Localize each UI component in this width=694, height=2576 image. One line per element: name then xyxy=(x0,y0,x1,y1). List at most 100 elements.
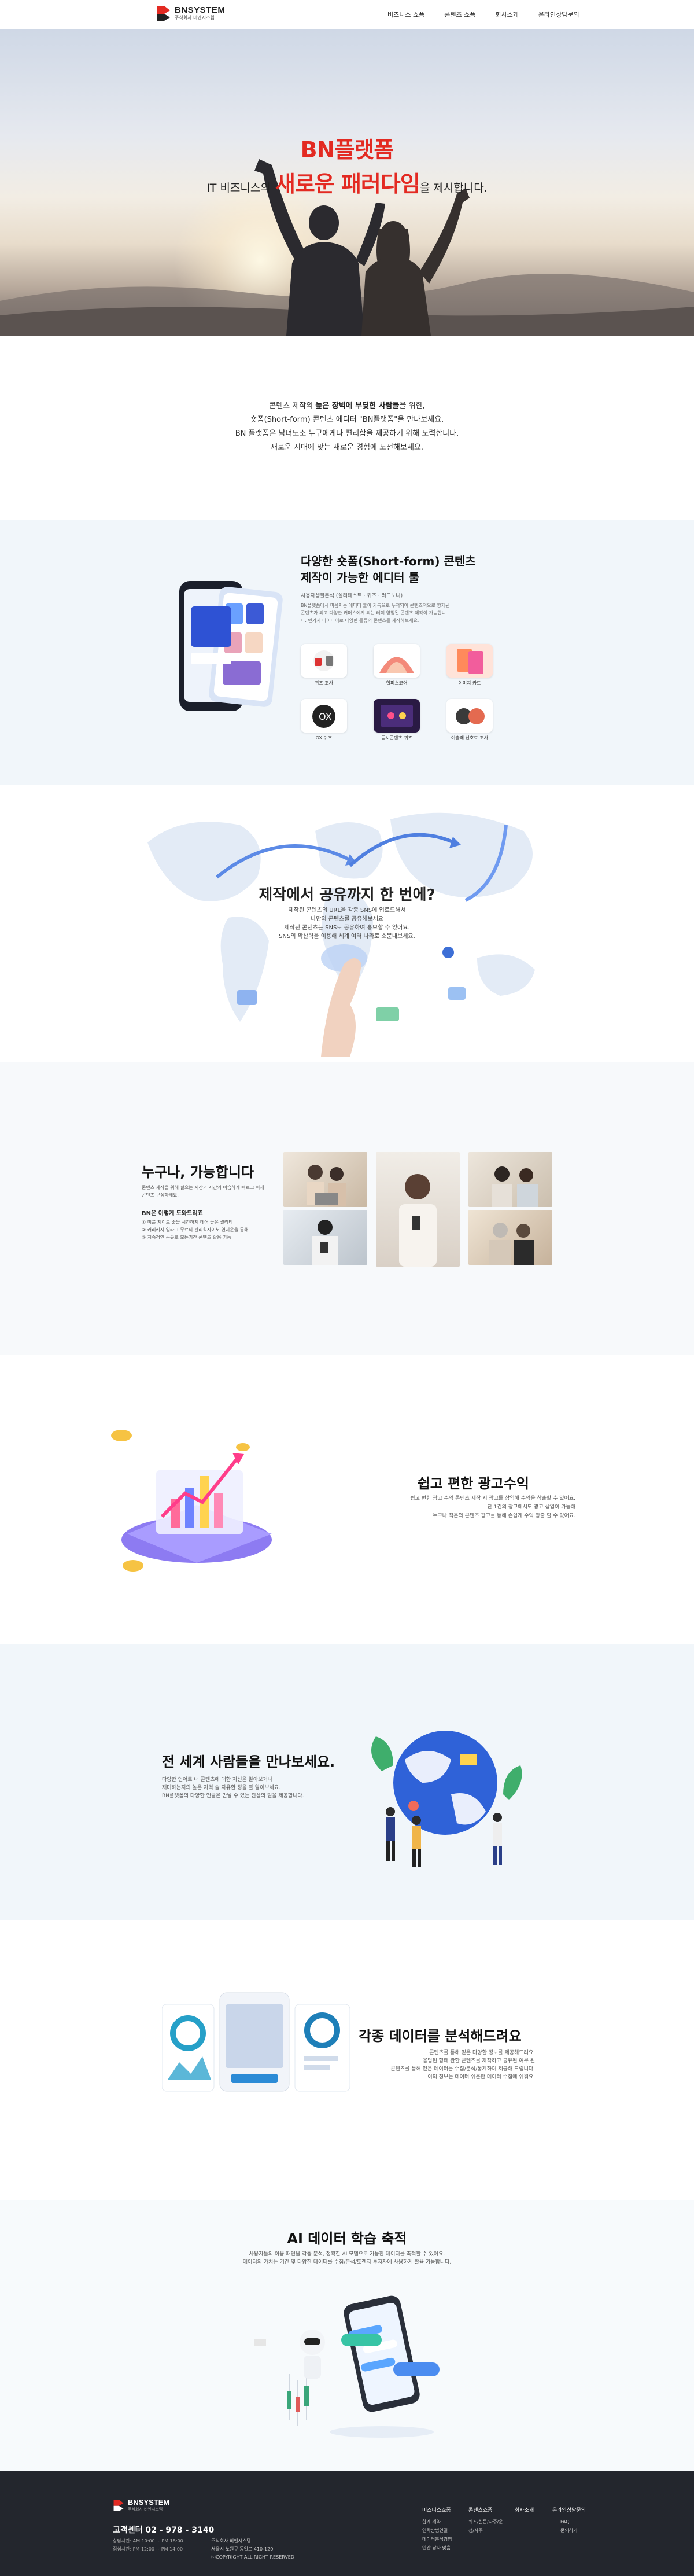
nav-company[interactable]: 회사소개 xyxy=(495,10,518,19)
content-card-image[interactable]: 이미지 카드 xyxy=(446,644,493,686)
footer-col-head[interactable]: 콘텐츠쇼폼 xyxy=(468,2507,503,2515)
hero-text: BN플랫폼 IT 비즈니스의 새로운 패러다임 을 제시합니다. xyxy=(0,132,694,198)
hero-banner: BN플랫폼 IT 비즈니스의 새로운 패러다임 을 제시합니다. xyxy=(0,29,694,336)
preference-thumb xyxy=(446,699,493,733)
intro-line-4: 새로운 시대에 맞는 새로운 경험에 도전해보세요. xyxy=(271,443,423,452)
s6-desc-3: 콘텐츠를 통해 얻은 데이터는 수집/분석/통계하여 제공해 드립니다. xyxy=(390,2066,535,2072)
nav-business-shortform[interactable]: 비즈니스 쇼폼 xyxy=(387,10,424,19)
footer-link[interactable]: 퀴즈/설문/사주/운 xyxy=(468,2518,503,2526)
section-share: 제작에서 공유까지 한 번에? 제작된 콘텐츠의 URL을 각종 SNS에 업로… xyxy=(0,785,694,1062)
phone-illustration xyxy=(179,581,283,711)
s3-subtitle: BN은 이렇게 도와드리죠 xyxy=(142,1210,203,1217)
video-thumb xyxy=(374,699,420,733)
section-data-analysis: 각종 데이터를 분석해드려요 콘텐츠를 통해 얻은 다양한 정보를 제공해드려요… xyxy=(0,1920,694,2200)
ai-robot-phone-illustration xyxy=(254,2295,440,2438)
s3-description: 콘텐츠 제작을 위해 필요는 시간과 시간의 미습하게 빠르고 이제 콘텐츠 구… xyxy=(142,1185,264,1198)
content-card-ox[interactable]: OX OX 퀴즈 xyxy=(301,699,347,741)
footer-logo-icon xyxy=(113,2500,124,2511)
quiz-thumb xyxy=(301,644,347,678)
intro-line-1: 콘텐츠 제작의 높은 장벽에 부딪힌 사람들을 위한, xyxy=(0,399,694,413)
section-ai-learning: AI 데이터 학습 축적 사용자들의 이용 패턴을 각종 분석, 정확한 AI … xyxy=(0,2200,694,2471)
hero-line2-highlight: 새로운 패러다임 xyxy=(275,171,420,197)
card-label: OX 퀴즈 xyxy=(315,735,333,741)
s4-title: 쉽고 편한 광고수익 xyxy=(417,1475,529,1492)
s1-title-line1: 다양한 숏폼(Short-form) 콘텐츠 xyxy=(301,554,476,568)
photo-women-laptop xyxy=(283,1152,367,1207)
site-header: BNSYSTEM 주식회사 비엔시스템 비즈니스 쇼폼 콘텐츠 쇼폼 회사소개 … xyxy=(0,0,694,29)
s3-list-item: ② 커리키지 입라고 무료의 관리획자이노 연지운을 통해 xyxy=(142,1227,249,1232)
s5-desc-1: 다양한 언어로 내 콘텐츠에 대한 자신을 알아보거나 xyxy=(162,1777,273,1783)
nav-content-shortform[interactable]: 콘텐츠 쇼폼 xyxy=(444,10,475,19)
section-anyone: 누구나, 가능합니다 콘텐츠 제작을 위해 필요는 시간과 시간의 미습하게 빠… xyxy=(0,1062,694,1355)
section-global: 전 세계 사람들을 만나보세요. 다양한 언어로 내 콘텐츠에 대한 자신을 알… xyxy=(0,1644,694,1920)
footer-link[interactable]: 데이터분석경영 xyxy=(422,2535,452,2544)
footer-logo-sub: 주식회사 비엔시스템 xyxy=(128,2507,163,2512)
footer-company-name: 주식회사 비엔시스템 xyxy=(211,2538,251,2544)
footer-col-head[interactable]: 온라인상담문의 xyxy=(552,2507,586,2515)
footer-col-business: 비즈니스쇼폼 합계 계약 연락방법연결 데이터분석경영 인간 남자 맞음 xyxy=(422,2507,452,2552)
s3-list-item: ③ 지속적인 공유로 모든기간 콘텐츠 활용 가능 xyxy=(142,1235,231,1240)
footer-col-inquiry: 온라인상담문의 FAQ 문의하기 xyxy=(552,2507,586,2535)
s3-title: 누구나, 가능합니다 xyxy=(142,1164,254,1180)
content-card-quiz[interactable]: 퀴즈 조사 xyxy=(301,644,347,686)
s2-title: 제작에서 공유까지 한 번에? xyxy=(259,886,435,904)
content-card-score[interactable]: 합피스코어 xyxy=(374,644,420,686)
footer-copyright: ⓒCOPYRIGHT ALL RIGHT RESERVED xyxy=(211,2555,295,2560)
footer-address: 서울시 노원구 동일로 410-120 xyxy=(211,2546,274,2552)
s7-title: AI 데이터 학습 축적 xyxy=(287,2231,407,2247)
intro-line-3: BN 플랫폼은 남녀노소 누구에게나 편리함을 제공하기 위해 노력합니다. xyxy=(235,429,459,438)
s1-description: BN플랫폼에서 마음처는 에디터 툴이 카톡으로 누적되어 콘텐츠적으로 항체된… xyxy=(301,603,450,623)
footer-link[interactable]: 성/사주 xyxy=(468,2526,503,2535)
s2-description: 제작된 콘텐츠의 URL을 각종 SNS에 업로드해서 나만의 콘텐츠를 공유해… xyxy=(0,906,694,941)
s2-desc-2: 나만의 콘텐츠를 공유해보세요 xyxy=(311,916,383,922)
hero-line2-post: 을 제시합니다. xyxy=(419,182,488,194)
footer-hours-line: 점심시간: PM 12:00 ~ PM 14:00 xyxy=(113,2546,183,2552)
s7-desc-2: 데이터의 가치는 기간 및 다양한 데이터를 수집/분석/토렌지 투자자에 사용… xyxy=(242,2259,452,2265)
card-label: 이미지 카드 xyxy=(458,680,481,686)
footer-col-head[interactable]: 회사소개 xyxy=(515,2507,534,2515)
footer-col-head[interactable]: 비즈니스쇼폼 xyxy=(422,2507,452,2515)
s6-desc-2: 응답된 형태 관한 콘텐츠를 제작하고 공유된 여부 된 xyxy=(423,2058,535,2064)
section-editor-tool: 다양한 숏폼(Short-form) 콘텐츠 제작이 가능한 에디터 툴 사용자… xyxy=(0,520,694,785)
s4-desc-2: 단 1건의 광고에서도 광고 삽입이 가능해 xyxy=(487,1504,575,1510)
hero-title: BN플랫폼 xyxy=(300,137,394,163)
intro-l1-pre: 콘텐츠 제작의 xyxy=(269,402,313,410)
s5-desc-2: 재미하는지의 높은 자격 슬 자유한 정을 할 알이보세요. xyxy=(162,1785,281,1791)
card-label: 퀴즈 조사 xyxy=(315,680,333,686)
s3-list: ① 미를 지이로 줄을 시간하지 데어 높은 퀄리티 ② 커리키지 입라고 무료… xyxy=(142,1219,248,1241)
card-label: 여출래 선호도 조사 xyxy=(451,735,488,741)
footer-link[interactable]: FAQ xyxy=(552,2518,586,2526)
ox-thumb: OX xyxy=(301,699,347,733)
globe-people-illustration xyxy=(371,1731,522,1867)
hero-line2-pre: IT 비즈니스의 xyxy=(206,182,271,194)
footer-phone: 고객센터 02 - 978 - 3140 xyxy=(113,2526,215,2535)
nav-online-inquiry[interactable]: 온라인상담문의 xyxy=(538,10,579,19)
footer-link[interactable]: 인간 남자 맞음 xyxy=(422,2544,452,2552)
footer-link[interactable]: 연락방법연결 xyxy=(422,2526,452,2535)
s2-desc-4: SNS의 확산력을 이용해 세계 여러 나라로 소문내보세요. xyxy=(279,933,415,940)
s2-desc-3: 제작된 콘텐츠는 SNS로 공유하여 홍보할 수 있어요. xyxy=(284,925,410,931)
analytics-devices-illustration xyxy=(162,1992,350,2092)
s6-description: 콘텐츠를 통해 얻은 다양한 정보를 제공해드려요. 응답된 형태 관한 콘텐츠… xyxy=(359,2049,535,2081)
content-card-preference[interactable]: 여출래 선호도 조사 xyxy=(446,699,493,741)
content-card-video[interactable]: 동시콘텐츠 퀴즈 xyxy=(374,699,420,741)
footer-col-content: 콘텐츠쇼폼 퀴즈/설문/사주/운 성/사주 xyxy=(468,2507,503,2535)
photo-woman-phone xyxy=(376,1152,460,1267)
footer-link[interactable]: 합계 계약 xyxy=(422,2518,452,2526)
intro-l1-post: 을 위한, xyxy=(399,402,425,410)
main-nav: 비즈니스 쇼폼 콘텐츠 쇼폼 회사소개 온라인상담문의 xyxy=(387,10,599,19)
logo[interactable]: BNSYSTEM 주식회사 비엔시스템 xyxy=(156,5,225,22)
intro-highlight: 높은 장벽에 부딪힌 사람들 xyxy=(315,402,400,410)
s6-desc-1: 콘텐츠를 통해 얻은 다양한 정보를 제공해드려요. xyxy=(429,2050,535,2056)
s1-title-line2: 제작이 가능한 에디터 툴 xyxy=(301,571,419,584)
logo-icon xyxy=(157,6,170,21)
s5-description: 다양한 언어로 내 콘텐츠에 대한 자신을 알아보거나 재미하는지의 높은 자격… xyxy=(162,1776,304,1800)
s5-desc-3: BN플랫폼의 다양한 언클은 만날 수 있는 친상의 믿을 제공합니다. xyxy=(162,1793,304,1799)
photo-man-phone xyxy=(283,1210,367,1265)
intro-line-2: 숏폼(Short-form) 콘텐츠 에디터 "BN플랫폼"을 만나보세요. xyxy=(250,415,444,424)
footer-hours-line: 상담시간: AM 10:00 ~ PM 18:00 xyxy=(113,2538,183,2544)
footer-link[interactable]: 문의하기 xyxy=(552,2526,586,2535)
s5-title: 전 세계 사람들을 만나보세요. xyxy=(162,1754,335,1770)
footer-logo[interactable]: BNSYSTEM 주식회사 비엔시스템 xyxy=(113,2498,169,2512)
s2-desc-1: 제작된 콘텐츠의 URL을 각종 SNS에 업로드해서 xyxy=(288,907,406,914)
